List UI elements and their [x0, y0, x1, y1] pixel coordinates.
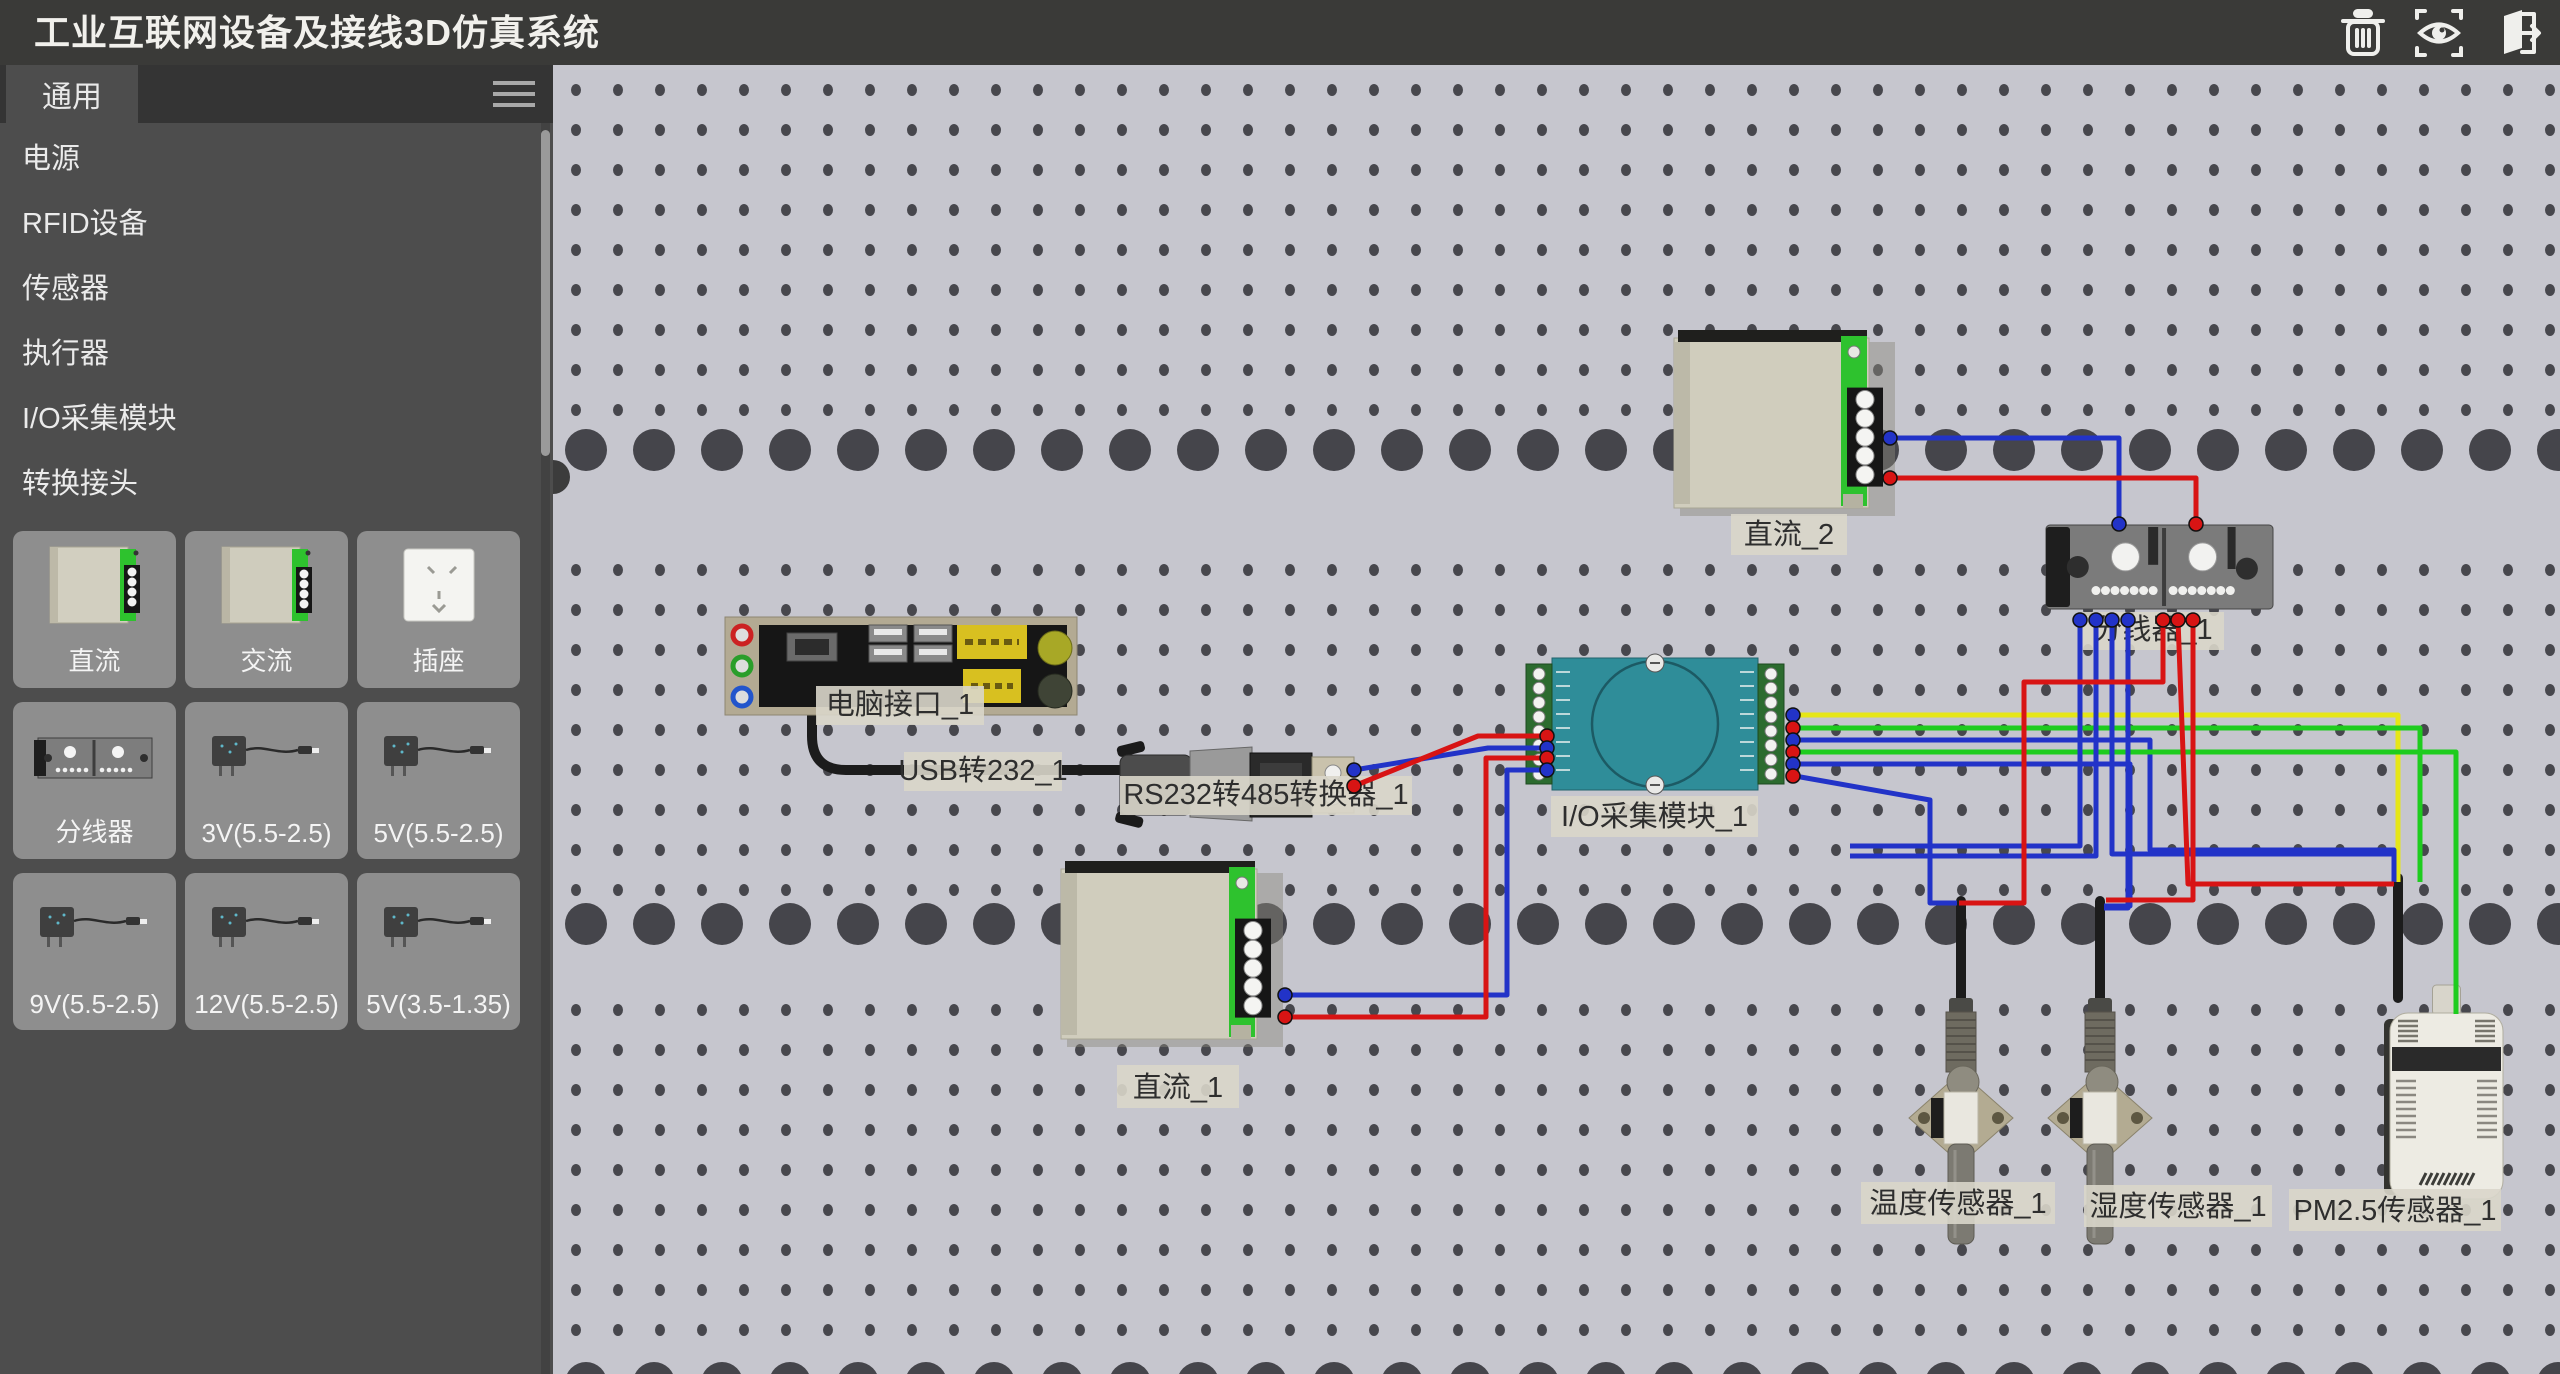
sidebar-item-0[interactable]: 电源	[0, 123, 540, 188]
title-bar-actions	[2336, 6, 2542, 60]
device-pm1[interactable]	[2384, 985, 2503, 1199]
palette-item-label: 3V(5.5-2.5)	[185, 818, 348, 849]
palette-item-label: 5V(5.5-2.5)	[357, 818, 520, 849]
device-label: 电脑接口_1	[816, 686, 984, 725]
app-title: 工业互联网设备及接线3D仿真系统	[34, 0, 600, 65]
device-splitter1[interactable]	[2046, 525, 2273, 609]
palette-item-adapter-6[interactable]: 9V(5.5-2.5)	[13, 873, 176, 1030]
svg-text:电脑接口_1: 电脑接口_1	[826, 688, 974, 721]
palette-item-adapter-4[interactable]: 3V(5.5-2.5)	[185, 702, 348, 859]
trash-icon[interactable]	[2336, 6, 2390, 60]
view-icon[interactable]	[2412, 6, 2466, 60]
palette-item-ac-1[interactable]: 交流	[185, 531, 348, 688]
palette-item-dc-0[interactable]: 直流	[13, 531, 176, 688]
palette-item-label: 插座	[357, 641, 520, 678]
svg-text:直流_1: 直流_1	[1133, 1071, 1223, 1104]
device-dc1[interactable]	[1061, 861, 1283, 1047]
sidebar-tab-bar: 通用	[0, 65, 553, 123]
svg-text:温度传感器_1: 温度传感器_1	[1869, 1187, 2046, 1220]
device-label: 直流_1	[1117, 1065, 1239, 1108]
sidebar-item-4[interactable]: I/O采集模块	[0, 383, 540, 448]
palette-item-splitter-3[interactable]: 分线器	[13, 702, 176, 859]
device-label: 湿度传感器_1	[2084, 1185, 2272, 1227]
palette-item-label: 直流	[13, 641, 176, 678]
svg-text:PM2.5传感器_1: PM2.5传感器_1	[2293, 1194, 2496, 1227]
palette-item-socket-2[interactable]: 插座	[357, 531, 520, 688]
device-dc2[interactable]	[1674, 330, 1895, 516]
svg-text:I/O采集模块_1: I/O采集模块_1	[1561, 800, 1748, 833]
device-label: PM2.5传感器_1	[2289, 1189, 2501, 1231]
sidebar-item-2[interactable]: 传感器	[0, 253, 540, 318]
sidebar-item-3[interactable]: 执行器	[0, 318, 540, 383]
sidebar-item-1[interactable]: RFID设备	[0, 188, 540, 253]
palette-item-adapter-5[interactable]: 5V(5.5-2.5)	[357, 702, 520, 859]
device-label: 温度传感器_1	[1861, 1182, 2055, 1224]
sidebar-item-5[interactable]: 转换接头	[0, 448, 540, 513]
device-label: 直流_2	[1731, 514, 1847, 555]
palette-item-label: 交流	[185, 641, 348, 678]
palette-item-adapter-7[interactable]: 12V(5.5-2.5)	[185, 873, 348, 1030]
sidebar-collapse-handle[interactable]	[553, 460, 570, 494]
menu-icon[interactable]	[493, 81, 535, 107]
app-window: 工业互联网设备及接线3D仿真系统	[0, 0, 2560, 1374]
category-menu: 电源RFID设备传感器执行器I/O采集模块转换接头	[0, 123, 540, 513]
palette-item-label: 5V(3.5-1.35)	[357, 989, 520, 1020]
svg-text:直流_2: 直流_2	[1744, 518, 1834, 551]
title-bar: 工业互联网设备及接线3D仿真系统	[0, 0, 2560, 65]
device-label: USB转232_1	[898, 752, 1067, 791]
sidebar-scrollbar-thumb[interactable]	[541, 130, 550, 456]
tab-general[interactable]: 通用	[6, 65, 138, 123]
palette-item-adapter-8[interactable]: 5V(3.5-1.35)	[357, 873, 520, 1030]
device-io1[interactable]	[1526, 654, 1784, 794]
sidebar: 通用 电源RFID设备传感器执行器I/O采集模块转换接头 直流 交流 插座	[0, 65, 553, 1374]
svg-text:湿度传感器_1: 湿度传感器_1	[2089, 1190, 2266, 1223]
palette-item-label: 9V(5.5-2.5)	[13, 989, 176, 1020]
exit-icon[interactable]	[2488, 6, 2542, 60]
palette-item-label: 分线器	[13, 812, 176, 849]
svg-text:USB转232_1: USB转232_1	[898, 754, 1067, 787]
palette-item-label: 12V(5.5-2.5)	[185, 989, 348, 1020]
device-label: I/O采集模块_1	[1551, 796, 1758, 837]
wiring-canvas[interactable]: 直流_2 直流_1 分线器_1 电脑接口_1 RS232转485转换器_1 US…	[553, 65, 2560, 1374]
